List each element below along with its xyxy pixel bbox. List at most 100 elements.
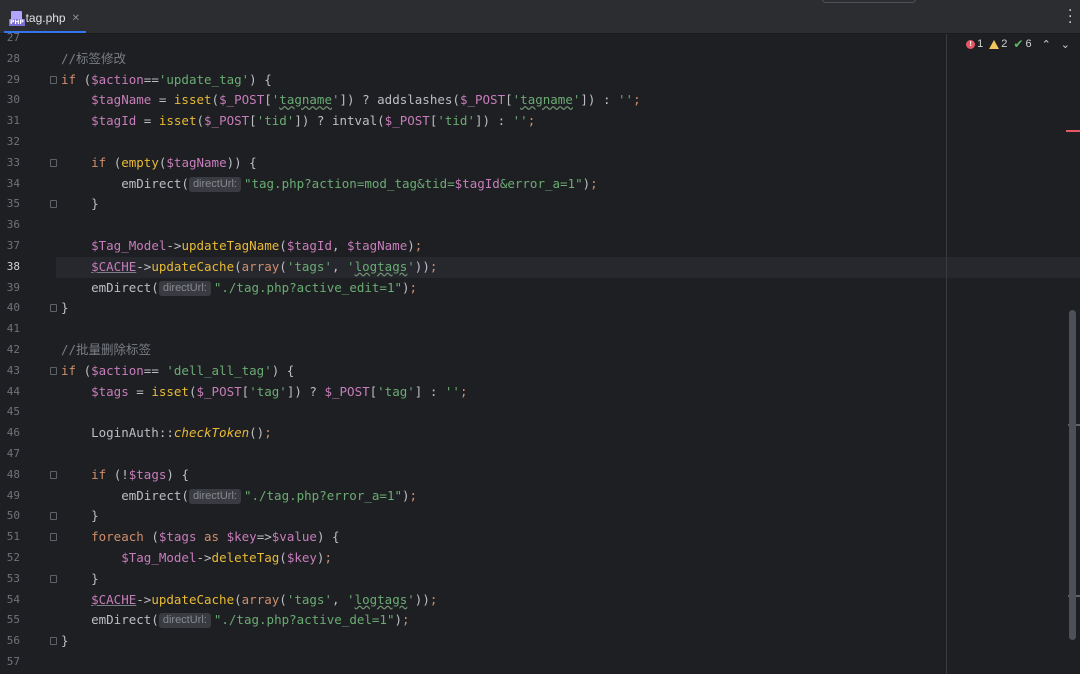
toolbar-edge — [822, 0, 916, 3]
code-token: $tagId — [286, 238, 332, 253]
code-text: foreach ($tags as $key=>$value) { — [61, 527, 339, 548]
code-line[interactable]: 43 if ($action== 'dell_all_tag') { — [7, 361, 1080, 382]
errors-indicator[interactable]: ! 1 — [966, 38, 983, 50]
code-token: ( — [279, 550, 287, 565]
code-line[interactable]: 50 } — [7, 506, 1080, 527]
code-line[interactable]: 46 LoginAuth::checkToken(); — [7, 423, 1080, 444]
code-token: == — [143, 71, 159, 87]
code-token: ( — [188, 383, 197, 399]
code-text: } — [61, 194, 99, 215]
code-line[interactable]: 38 $CACHE->updateCache(array('tags', 'lo… — [7, 256, 1080, 278]
code-line[interactable]: 49 emDirect(directUrl: "./tag.php?error_a… — [7, 486, 1080, 507]
code-line[interactable]: 37 $Tag_Model->updateTagName($tagId, $ta… — [7, 236, 1080, 257]
code-line[interactable]: 44 $tags = isset($_POST['tag']) ? $_POST… — [7, 382, 1080, 403]
code-token: , — [331, 258, 348, 274]
code-text: if (empty($tagName)) { — [61, 153, 257, 174]
line-number: 29 — [6, 72, 20, 86]
code-line[interactable]: 42 //批量删除标签 — [7, 340, 1080, 361]
code-token: (! — [113, 466, 129, 482]
code-line[interactable]: 41 — [7, 319, 1080, 340]
code-line[interactable]: 48 if (!$tags) { — [7, 465, 1080, 486]
code-token: 'update_tag' — [158, 71, 250, 87]
code-line[interactable]: 52 $Tag_Model->deleteTag($key); — [7, 548, 1080, 569]
code-line[interactable]: 54 $CACHE->updateCache(array('tags', 'lo… — [7, 590, 1080, 611]
code-token: array — [241, 258, 280, 274]
parameter-hint: directUrl: — [188, 176, 241, 192]
code-token: 'tag' — [377, 383, 415, 399]
fold-marker-icon[interactable] — [50, 366, 57, 375]
code-token: ] : — [414, 383, 445, 399]
code-line[interactable]: 29 if ($action=='update_tag') { — [7, 70, 1080, 91]
chevron-up-icon[interactable]: ⌃ — [1042, 38, 1051, 51]
code-line[interactable]: 36 — [7, 215, 1080, 236]
line-number: 31 — [6, 114, 20, 128]
line-number: 44 — [6, 384, 20, 398]
code-token: $_POST — [204, 113, 250, 129]
code-token: $key — [226, 529, 257, 545]
fold-marker-icon[interactable] — [50, 304, 57, 313]
code-line[interactable]: 31 $tagId = isset($_POST['tid']) ? intva… — [7, 111, 1080, 132]
code-text: $tags = isset($_POST['tag']) ? $_POST['t… — [61, 382, 467, 403]
fold-marker-icon[interactable] — [50, 637, 57, 646]
code-token: logtags — [354, 258, 408, 274]
code-token: 'dell_all_tag' — [166, 362, 272, 378]
code-token: ' — [347, 258, 355, 274]
code-line[interactable]: 35 } — [7, 194, 1080, 215]
code-line[interactable]: 55 emDirect(directUrl: "./tag.php?active_… — [7, 610, 1080, 631]
warnings-indicator[interactable]: 2 — [989, 38, 1007, 50]
fold-marker-icon[interactable] — [50, 200, 57, 209]
code-token: tagname — [520, 92, 573, 108]
code-line[interactable]: 30 $tagName = isset($_POST['tagname']) ?… — [7, 90, 1080, 111]
code-token: ]) : — [580, 92, 619, 108]
code-line[interactable]: 32 — [7, 132, 1080, 153]
code-line[interactable]: 56} — [7, 631, 1080, 652]
code-token: )) — [414, 591, 430, 607]
code-token: $tags — [158, 529, 197, 545]
code-line[interactable]: 28 //标签修改 — [7, 49, 1080, 70]
line-number: 49 — [6, 488, 20, 502]
inspection-widget[interactable]: ! 1 2 ✔ 6 ⌃ ⌄ — [966, 37, 1070, 51]
weak-warnings-indicator[interactable]: ✔ 6 — [1013, 37, 1031, 51]
fold-marker-icon[interactable] — [50, 533, 57, 542]
code-line[interactable]: 39 emDirect(directUrl: "./tag.php?active_… — [7, 278, 1080, 299]
more-options-icon[interactable]: · · · — [1068, 4, 1072, 30]
code-text: if (!$tags) { — [61, 465, 189, 486]
fold-marker-icon[interactable] — [50, 574, 57, 583]
fold-marker-icon[interactable] — [50, 470, 57, 479]
fold-marker-icon[interactable] — [50, 75, 57, 84]
line-number: 42 — [6, 343, 20, 356]
code-token: emDirect( — [61, 175, 189, 191]
code-line[interactable]: 51 foreach ($tags as $key=>$value) { — [7, 527, 1080, 548]
code-token: &error_a=1" — [499, 175, 583, 191]
warning-icon — [989, 39, 1000, 49]
code-text: } — [61, 298, 69, 319]
code-token: ; — [527, 113, 536, 129]
code-line[interactable]: 45 — [7, 402, 1080, 423]
code-token: 'tag' — [249, 383, 287, 399]
code-line[interactable]: 57 — [7, 652, 1080, 673]
error-stripe-marker[interactable] — [1066, 130, 1080, 132]
vertical-scrollbar[interactable] — [1069, 310, 1076, 640]
code-line[interactable]: 47 — [7, 444, 1080, 465]
close-tab-icon[interactable]: ✕ — [72, 13, 80, 24]
code-token: 'tags' — [286, 258, 332, 274]
code-line[interactable]: 53 } — [7, 569, 1080, 590]
fold-marker-icon[interactable] — [50, 158, 57, 167]
chevron-down-icon[interactable]: ⌄ — [1061, 38, 1070, 51]
code-line[interactable]: 34 emDirect(directUrl: "tag.php?action=mo… — [7, 174, 1080, 195]
line-number: 40 — [6, 301, 20, 315]
code-line[interactable]: 40} — [7, 298, 1080, 319]
code-editor[interactable]: 27 28//标签修改 29 if ($action=='update_tag') {… — [7, 31, 1080, 674]
code-text: $CACHE->updateCache(array('tags', 'logta… — [61, 257, 437, 278]
code-line[interactable]: 33 if (empty($tagName)) { — [7, 153, 1080, 174]
fold-marker-icon[interactable] — [50, 512, 57, 521]
code-token: intval( — [331, 113, 385, 129]
code-token: ) — [402, 279, 410, 295]
code-token: = — [136, 113, 159, 129]
code-token: ; — [402, 612, 410, 628]
code-line[interactable]: 27 — [7, 28, 1080, 49]
line-number: 45 — [6, 405, 20, 419]
